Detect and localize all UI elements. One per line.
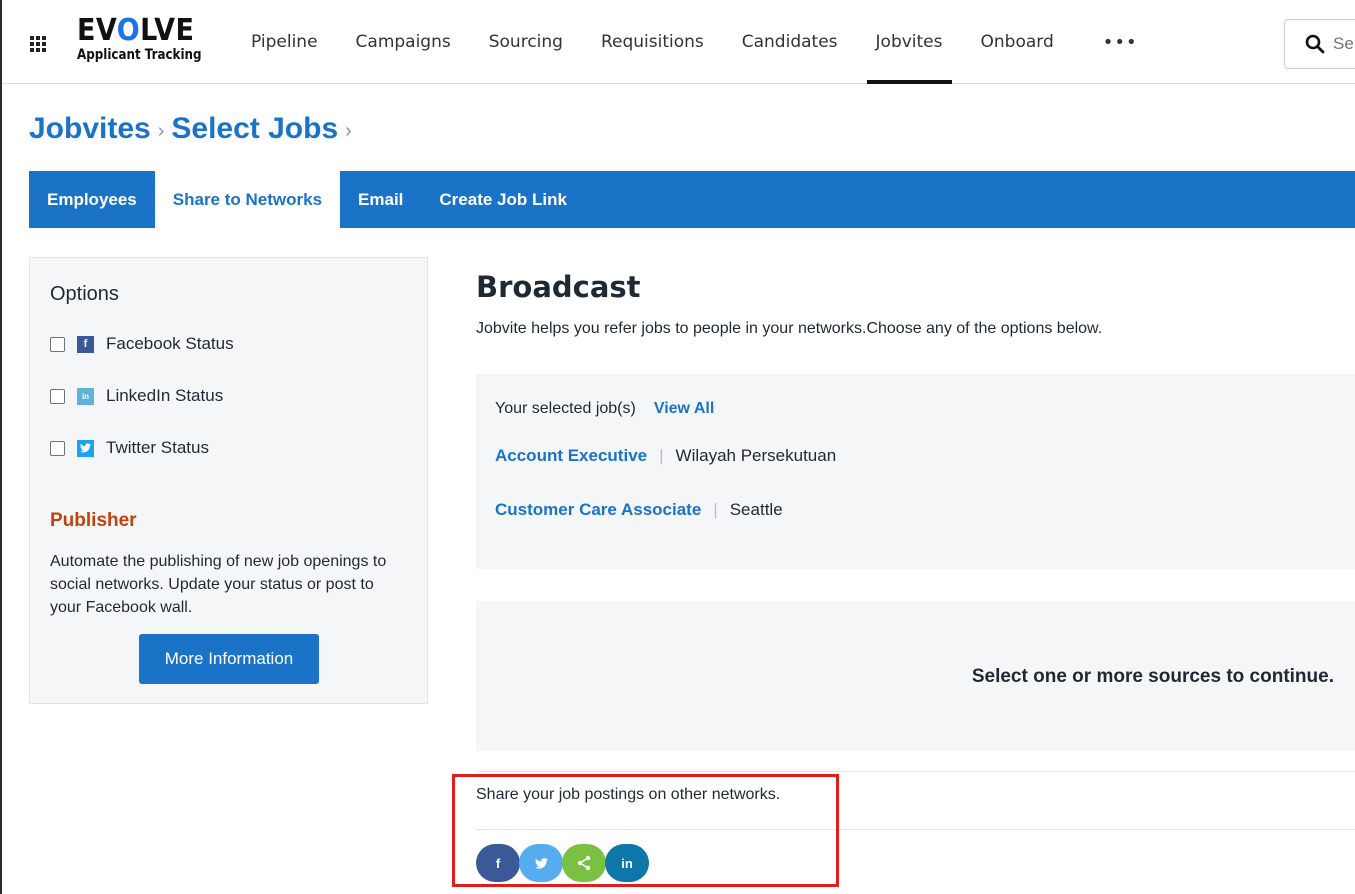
tab-bar: Employees Share to Networks Email Create…	[29, 171, 1355, 228]
breadcrumb-separator: ›	[345, 119, 352, 142]
breadcrumb-jobvites[interactable]: Jobvites	[29, 112, 151, 146]
facebook-status-checkbox[interactable]	[50, 336, 65, 352]
job-title-link[interactable]: Account Executive	[495, 446, 647, 466]
job-location: Wilayah Persekutuan	[675, 446, 837, 465]
sources-message: Select one or more sources to continue.	[971, 666, 1334, 687]
logo-text: EVOLVE	[77, 13, 195, 48]
view-all-link[interactable]: View All	[654, 400, 714, 418]
top-navigation: EVOLVE Applicant Tracking Pipeline Campa…	[2, 0, 1355, 84]
nav-item-campaigns[interactable]: Campaigns	[337, 0, 470, 84]
option-twitter-status[interactable]: Twitter Status	[50, 438, 209, 458]
linkedin-status-checkbox[interactable]	[50, 388, 65, 404]
nav-item-pipeline[interactable]: Pipeline	[232, 0, 337, 84]
twitter-status-label: Twitter Status	[106, 438, 209, 457]
tab-employees[interactable]: Employees	[29, 171, 155, 228]
job-row: Customer Care Associate | Seattle	[495, 500, 783, 520]
option-facebook-status[interactable]: f Facebook Status	[50, 334, 234, 354]
selected-jobs-label: Your selected job(s)	[495, 400, 636, 417]
selected-jobs-header: Your selected job(s) View All	[495, 400, 714, 418]
facebook-icon: f	[77, 335, 94, 353]
search-box[interactable]	[1284, 19, 1355, 69]
job-separator: |	[713, 500, 718, 519]
selected-jobs-panel: Your selected job(s) View All Account Ex…	[476, 374, 1355, 569]
nav-item-onboard[interactable]: Onboard	[962, 0, 1073, 84]
search-icon	[1305, 34, 1325, 54]
options-title: Options	[50, 283, 119, 305]
linkedin-icon: in	[77, 387, 94, 405]
job-title-link[interactable]: Customer Care Associate	[495, 500, 701, 520]
broadcast-description: Jobvite helps you refer jobs to people i…	[476, 320, 1103, 337]
facebook-status-label: Facebook Status	[106, 334, 234, 353]
tab-create-job-link[interactable]: Create Job Link	[421, 171, 585, 228]
publisher-title: Publisher	[50, 510, 137, 531]
nav-item-sourcing[interactable]: Sourcing	[470, 0, 582, 84]
nav-item-requisitions[interactable]: Requisitions	[582, 0, 723, 84]
job-separator: |	[659, 446, 664, 465]
app-grid-icon[interactable]	[30, 36, 46, 52]
job-location: Seattle	[729, 500, 783, 519]
tab-share-to-networks[interactable]: Share to Networks	[154, 171, 341, 228]
linkedin-status-label: LinkedIn Status	[106, 386, 224, 405]
logo-subtitle: Applicant Tracking	[77, 47, 202, 63]
options-panel: Options f Facebook Status in LinkedIn St…	[29, 257, 428, 704]
highlight-annotation-box	[452, 774, 839, 887]
breadcrumb: Jobvites › Select Jobs ›	[29, 112, 359, 146]
divider	[476, 771, 1355, 772]
logo[interactable]: EVOLVE Applicant Tracking	[77, 14, 224, 64]
publisher-description: Automate the publishing of new job openi…	[50, 553, 387, 616]
nav-links: Pipeline Campaigns Sourcing Requisitions…	[232, 0, 1157, 84]
breadcrumb-select-jobs[interactable]: Select Jobs	[171, 112, 338, 146]
twitter-icon	[77, 439, 94, 457]
more-information-button[interactable]: More Information	[139, 634, 319, 684]
breadcrumb-separator: ›	[157, 119, 165, 142]
sources-panel: Select one or more sources to continue.	[476, 601, 1355, 751]
nav-item-jobvites[interactable]: Jobvites	[857, 0, 962, 84]
tab-email[interactable]: Email	[340, 171, 421, 228]
broadcast-title: Broadcast	[476, 270, 641, 304]
logo-accent-letter: O	[116, 13, 141, 48]
option-linkedin-status[interactable]: in LinkedIn Status	[50, 386, 223, 406]
twitter-status-checkbox[interactable]	[50, 440, 65, 456]
nav-item-candidates[interactable]: Candidates	[723, 0, 857, 84]
job-row: Account Executive | Wilayah Persekutuan	[495, 446, 836, 466]
more-menu-button[interactable]: •••	[1073, 0, 1157, 84]
app-window: EVOLVE Applicant Tracking Pipeline Campa…	[0, 0, 1355, 894]
search-input[interactable]	[1333, 34, 1355, 54]
